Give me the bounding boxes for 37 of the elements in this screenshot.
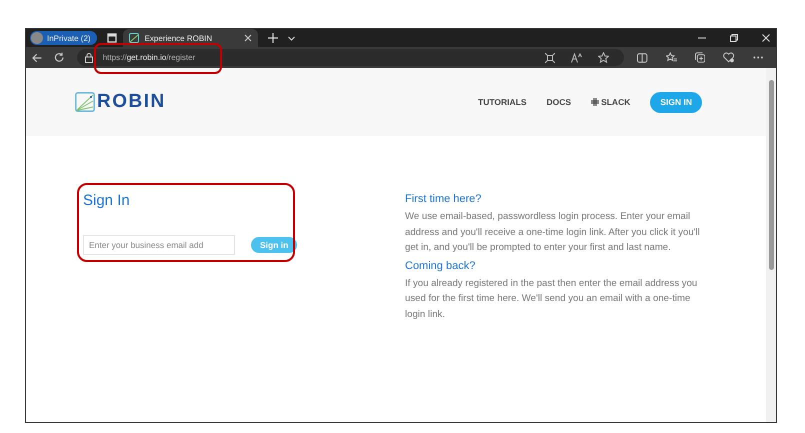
site-favicon-icon [128,33,139,43]
close-tab-icon[interactable] [244,34,252,42]
paragraph: If you already registered in the past then enter the email address you used for the first time here. We'll send you an email with a one-time login link. [405,276,698,322]
read-aloud-icon[interactable] [571,52,582,62]
chevron-down-icon[interactable] [288,36,295,40]
paragraph: We use email-based, passwordless login process. Enter your email address and you'll receive a one-time login link. After you click it you'll get in, and you'll be prompted to enter your first and last name. [405,210,701,256]
section-heading: Coming back? [405,260,476,272]
slack-link[interactable]: SLACK [591,97,630,107]
profile-button[interactable]: InPrivate (2) [30,31,97,45]
more-icon[interactable] [752,56,763,59]
browser-tab[interactable]: Experience ROBIN [122,29,258,47]
section-heading: First time here? [405,193,482,205]
brand-name[interactable]: ROBIN [97,91,166,113]
restore-icon[interactable] [730,34,738,42]
collections-icon[interactable] [694,52,706,63]
slack-icon [591,98,600,106]
heart-shield-icon[interactable] [723,52,735,63]
new-tab-icon[interactable] [268,33,278,43]
address-bar[interactable]: https://get.robin.io/register [76,49,624,66]
email-field[interactable]: Enter your business email add [83,235,235,255]
scrollbar-thumb[interactable] [768,80,774,270]
avatar-icon [31,32,43,44]
close-window-icon[interactable] [762,34,770,42]
favorites-icon[interactable] [666,52,677,63]
refresh-icon[interactable] [54,52,65,63]
split-screen-icon[interactable] [637,52,648,62]
minimize-icon[interactable] [698,37,706,39]
nav-link[interactable]: TUTORIALS [478,97,526,107]
url-text: https://get.robin.io/register [102,53,196,62]
star-icon[interactable] [598,52,610,63]
lock-icon [84,52,93,62]
app-grid-icon[interactable] [545,52,556,62]
tab-actions-icon[interactable] [106,33,117,43]
back-icon[interactable] [32,52,42,62]
sign-in-heading: Sign In [83,192,131,209]
nav-link[interactable]: DOCS [546,97,572,107]
scrollbar[interactable] [766,68,776,422]
